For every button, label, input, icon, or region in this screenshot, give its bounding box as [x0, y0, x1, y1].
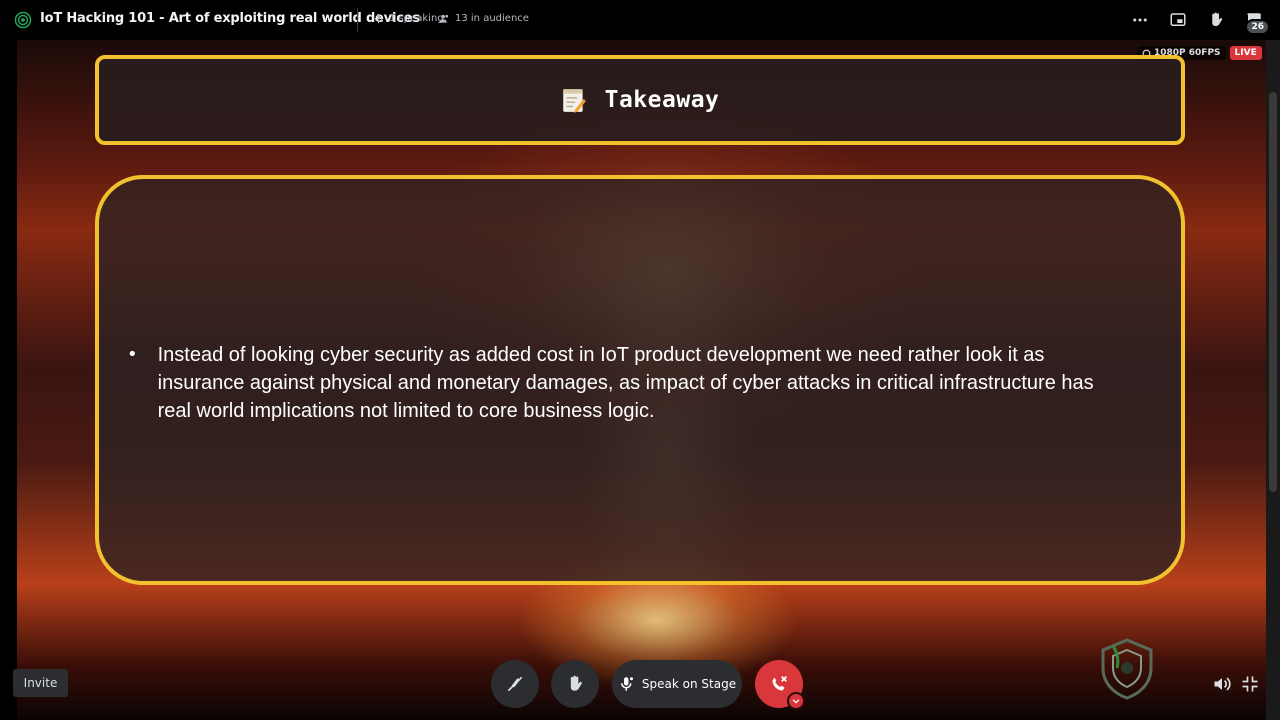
- speaking-count: 1 speaking: [373, 13, 444, 24]
- raise-hand-button[interactable]: [551, 660, 599, 708]
- raised-hand-icon: [1212, 12, 1223, 26]
- audience-count: 13 in audience: [439, 13, 529, 24]
- slide-body-box: • Instead of looking cyber security as a…: [95, 175, 1185, 585]
- slide-title-box: Takeaway: [95, 55, 1185, 145]
- speak-on-stage-button[interactable]: Speak on Stage: [612, 660, 742, 708]
- exit-fullscreen-button[interactable]: [1240, 674, 1260, 694]
- bullet-text: Instead of looking cyber security as add…: [157, 344, 1094, 422]
- more-options-button[interactable]: [1128, 8, 1152, 32]
- invite-button[interactable]: Invite: [13, 669, 68, 697]
- chevron-down-icon: [792, 699, 800, 704]
- popout-icon: [1170, 13, 1186, 26]
- exit-fullscreen-icon: [1242, 676, 1258, 692]
- volume-button[interactable]: [1212, 674, 1232, 694]
- raised-hand-icon: [570, 675, 582, 691]
- people-icon: [439, 14, 449, 23]
- speak-on-stage-label: Speak on Stage: [641, 677, 737, 691]
- scrollbar-thumb[interactable]: [1269, 92, 1277, 492]
- mic-muted-icon: [507, 676, 523, 692]
- chat-button[interactable]: 26: [1242, 8, 1270, 35]
- leave-options-toggle[interactable]: [787, 692, 805, 710]
- presenter-logo: [1101, 638, 1153, 700]
- microphone-icon: [374, 13, 383, 24]
- speaking-label: 1 speaking: [389, 13, 444, 24]
- hand-requests-button[interactable]: [1204, 8, 1228, 32]
- stage-channel-icon: [14, 11, 32, 29]
- bullet-item: • Instead of looking cyber security as a…: [127, 341, 1127, 425]
- top-bar: IoT Hacking 101 - Art of exploiting real…: [0, 0, 1280, 40]
- channel-title: IoT Hacking 101 - Art of exploiting real…: [40, 11, 420, 26]
- popout-button[interactable]: [1166, 8, 1190, 32]
- mic-request-icon: [620, 677, 633, 691]
- audience-label: 13 in audience: [455, 13, 529, 24]
- phone-hangup-icon: [772, 676, 787, 691]
- slide-title: Takeaway: [604, 87, 720, 113]
- live-badge: LIVE: [1229, 46, 1262, 60]
- speaker-icon: [1214, 677, 1231, 691]
- top-actions: 26: [1128, 8, 1270, 35]
- chat-count-badge: 26: [1245, 19, 1270, 35]
- more-dots-icon: [1133, 18, 1147, 22]
- scrollbar[interactable]: [1266, 40, 1280, 720]
- leave-stage-button[interactable]: [755, 660, 805, 710]
- header-divider: [357, 8, 358, 32]
- bullet-marker: •: [127, 344, 138, 365]
- memo-icon: [562, 89, 586, 113]
- mute-toggle-button[interactable]: [491, 660, 539, 708]
